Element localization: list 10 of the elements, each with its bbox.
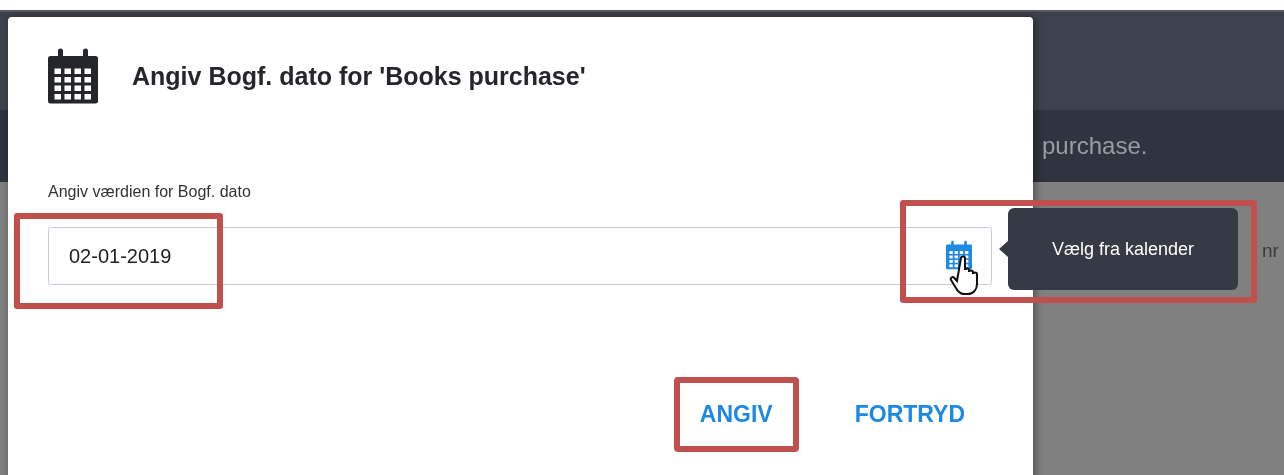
tooltip-pointer [999, 241, 1008, 257]
cut-off-text: nr [1262, 240, 1279, 261]
field-label: Angiv værdien for Bogf. dato [48, 183, 252, 201]
dialog-button[interactable]: FORTRYD [828, 377, 991, 452]
tooltip: Vælg fra kalender [1008, 208, 1238, 290]
calendar-icon [48, 47, 98, 105]
dialog-button[interactable]: ANGIV [673, 377, 799, 452]
banner-text: purchase. [1042, 132, 1148, 160]
date-field[interactable]: 02-01-2019 [48, 227, 992, 285]
dialog-title: Angiv Bogf. dato for 'Books purchase' [132, 61, 586, 91]
